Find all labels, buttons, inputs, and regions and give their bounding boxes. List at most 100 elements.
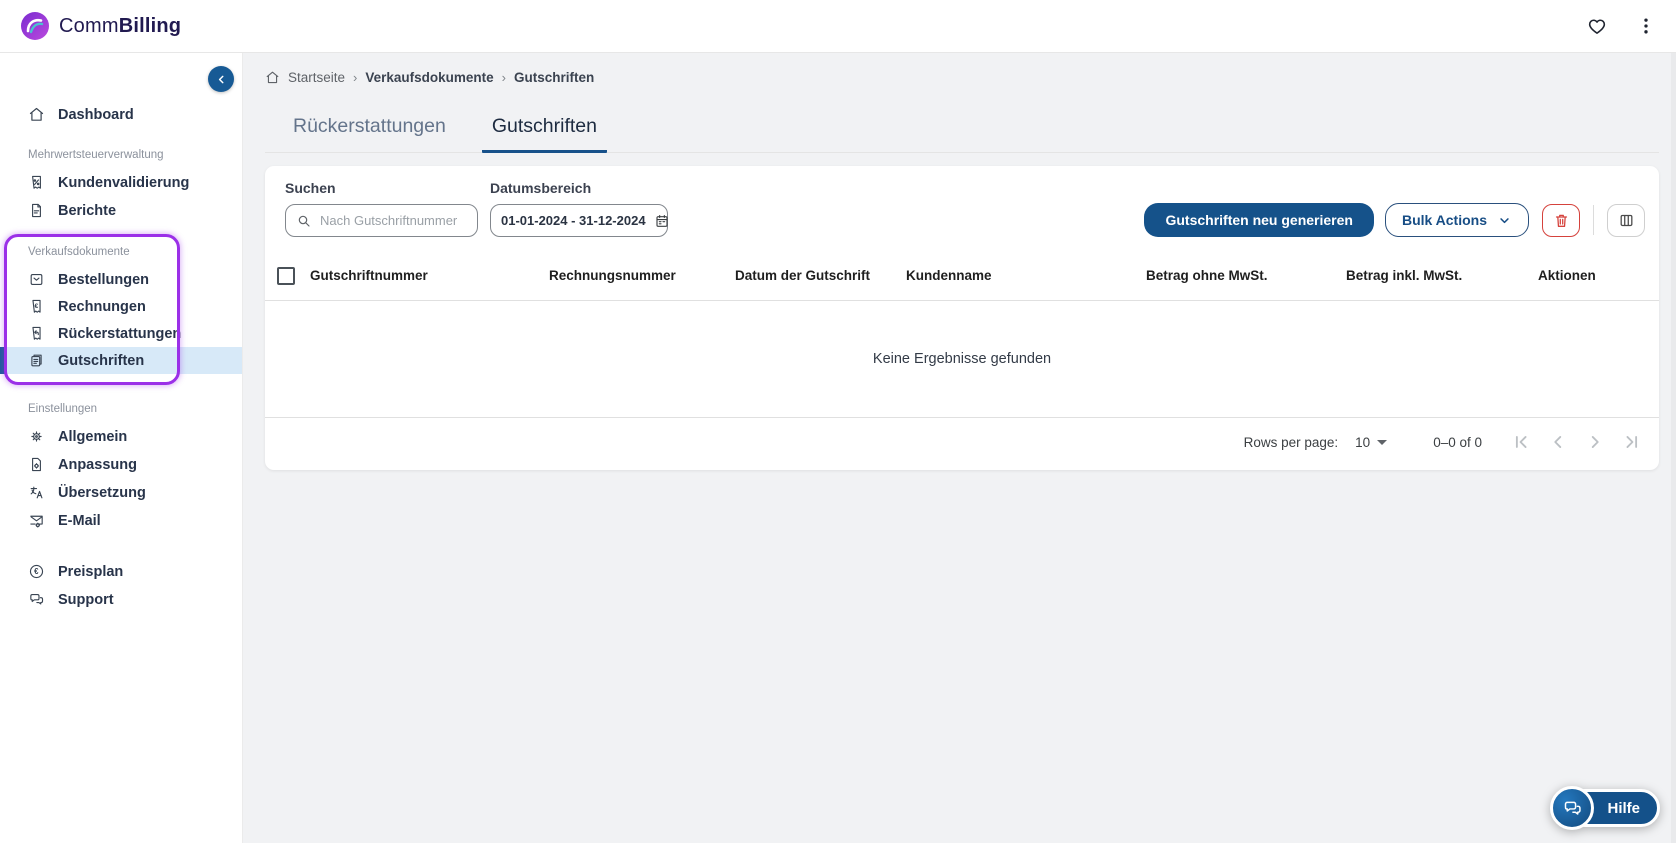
sidebar-item-label: Bestellungen (58, 271, 150, 288)
breadcrumb-gutschriften[interactable]: Gutschriften (514, 70, 594, 85)
toolbar: Gutschriften neu generieren Bulk Actions (1144, 203, 1645, 237)
heart-icon (1588, 19, 1606, 34)
order-inbox-icon (30, 273, 43, 286)
breadcrumb-separator: › (353, 70, 358, 85)
help-button[interactable]: Hilfe (1550, 786, 1660, 830)
rows-per-page-select[interactable]: 10 (1355, 434, 1388, 450)
date-range-label: Datumsbereich (490, 180, 592, 196)
caret-down-icon (1377, 439, 1388, 445)
sidebar-item-label: Support (58, 591, 114, 608)
first-page-button[interactable] (1510, 431, 1532, 453)
chevron-left-icon (218, 75, 223, 83)
favorites-button[interactable] (1586, 15, 1608, 37)
sidebar-item-email[interactable]: E-Mail (0, 507, 242, 534)
chevron-right-icon (1591, 436, 1599, 448)
support-chat-icon (30, 593, 44, 605)
sidebar-section-vat: Mehrwertsteuerverwaltung (28, 149, 164, 161)
empty-state-message: Keine Ergebnisse gefunden (265, 301, 1659, 418)
breadcrumb-separator: › (501, 70, 507, 85)
sidebar-item-support[interactable]: Support (0, 586, 242, 613)
tab-rueckerstattungen[interactable]: Rückerstattungen (283, 109, 456, 153)
sidebar-item-anpassung[interactable]: Anpassung (0, 451, 242, 478)
sidebar-item-gutschriften[interactable]: Gutschriften (0, 347, 242, 374)
top-bar: CommBilling (0, 0, 1676, 53)
regenerate-credit-notes-button[interactable]: Gutschriften neu generieren (1144, 203, 1374, 237)
breadcrumb-verkaufsdokumente[interactable]: Verkaufsdokumente (365, 70, 493, 85)
home-icon (29, 107, 44, 121)
sidebar-item-rechnungen[interactable]: € Rechnungen (0, 293, 242, 320)
tab-gutschriften[interactable]: Gutschriften (481, 109, 607, 153)
sidebar-section-verkaufsdokumente: Verkaufsdokumente (28, 246, 130, 258)
sidebar: Dashboard Mehrwertsteuerverwaltung Kunde… (0, 53, 243, 843)
main-content: Startseite › Verkaufsdokumente › Gutschr… (243, 53, 1676, 843)
scrollbar-track[interactable] (1671, 53, 1676, 843)
sidebar-item-kundenvalidierung[interactable]: Kundenvalidierung (0, 169, 242, 196)
filter-row: Suchen Datumsbereich 01-01-2024 - 31-12-… (265, 166, 1659, 237)
brand-name: CommBilling (59, 14, 182, 37)
sidebar-item-label: Rechnungen (58, 298, 146, 315)
commbilling-logo-icon (21, 12, 49, 40)
report-document-icon (32, 203, 41, 218)
sidebar-item-label: Berichte (58, 202, 117, 219)
breadcrumb-startseite[interactable]: Startseite (288, 70, 345, 85)
bulk-actions-button[interactable]: Bulk Actions (1384, 203, 1529, 237)
chat-bubbles-icon (1564, 801, 1581, 815)
select-all-checkbox[interactable] (277, 266, 295, 285)
receipt-percent-icon (32, 175, 41, 189)
column-header-kundenname: Kundenname (906, 268, 992, 283)
sidebar-item-bestellungen[interactable]: Bestellungen (0, 266, 242, 293)
sidebar-item-label: Rückerstattungen (58, 325, 182, 342)
manage-columns-button[interactable] (1607, 203, 1645, 237)
table-header-row: Gutschriftnummer Rechnungsnummer Datum d… (265, 251, 1659, 301)
sidebar-item-label: Gutschriften (58, 352, 145, 369)
previous-page-button[interactable] (1547, 431, 1569, 453)
gear-icon (31, 431, 42, 442)
sidebar-item-berichte[interactable]: Berichte (0, 197, 242, 224)
credit-note-icon (31, 354, 42, 367)
sidebar-collapse-button[interactable] (208, 66, 234, 92)
sidebar-item-label: Kundenvalidierung (58, 174, 190, 191)
column-header-betrag-inkl-mwst: Betrag inkl. MwSt. (1346, 268, 1463, 283)
rows-per-page-label: Rows per page: (1243, 434, 1339, 450)
search-input[interactable] (320, 213, 467, 228)
tab-bar: Rückerstattungen Gutschriften (265, 109, 1659, 153)
column-header-betrag-ohne-mwst: Betrag ohne MwSt. (1146, 268, 1268, 283)
date-range-value: 01-01-2024 - 31-12-2024 (501, 213, 646, 228)
sidebar-item-dashboard[interactable]: Dashboard (0, 101, 242, 128)
translate-icon (30, 486, 43, 499)
last-page-button[interactable] (1621, 431, 1643, 453)
invoice-receipt-icon: € (32, 299, 41, 313)
breadcrumb: Startseite › Verkaufsdokumente › Gutschr… (265, 70, 1659, 85)
sidebar-section-verkaufsdokumente-group: Verkaufsdokumente Bestellungen € Rechnun… (0, 234, 242, 385)
column-header-datum: Datum der Gutschrift (735, 268, 871, 283)
column-header-rechnungsnummer: Rechnungsnummer (549, 268, 676, 283)
column-header-aktionen: Aktionen (1538, 268, 1596, 283)
overflow-menu-button[interactable] (1636, 16, 1656, 36)
first-page-icon (1515, 436, 1527, 448)
last-page-icon (1626, 436, 1638, 448)
search-label: Suchen (285, 180, 336, 196)
search-icon (298, 215, 310, 227)
chevron-left-icon (1554, 436, 1562, 448)
brand-logo[interactable]: CommBilling (20, 11, 181, 41)
sidebar-item-preisplan[interactable]: € Preisplan (0, 558, 242, 585)
column-header-gutschriftnummer: Gutschriftnummer (310, 268, 428, 283)
date-range-field[interactable]: 01-01-2024 - 31-12-2024 (490, 204, 668, 237)
sidebar-item-label: Anpassung (58, 456, 137, 473)
delete-button[interactable] (1542, 203, 1580, 237)
svg-text:€: € (34, 567, 39, 576)
gutschriften-card: Suchen Datumsbereich 01-01-2024 - 31-12-… (265, 166, 1659, 470)
sidebar-item-uebersetzung[interactable]: Übersetzung (0, 479, 242, 506)
bulk-actions-label: Bulk Actions (1401, 212, 1487, 228)
rows-per-page-value: 10 (1355, 434, 1371, 450)
next-page-button[interactable] (1584, 431, 1606, 453)
home-icon (266, 71, 279, 84)
page-range-text: 0–0 of 0 (1433, 434, 1482, 450)
sidebar-item-rueckerstattungen[interactable]: Rückerstattungen (0, 320, 242, 347)
sidebar-item-label: Dashboard (58, 106, 134, 123)
search-field[interactable] (285, 204, 478, 237)
sidebar-item-allgemein[interactable]: Allgemein (0, 423, 242, 450)
svg-text:€: € (35, 303, 39, 310)
sidebar-section-einstellungen: Einstellungen (28, 403, 98, 415)
sidebar-item-label: Preisplan (58, 563, 124, 580)
